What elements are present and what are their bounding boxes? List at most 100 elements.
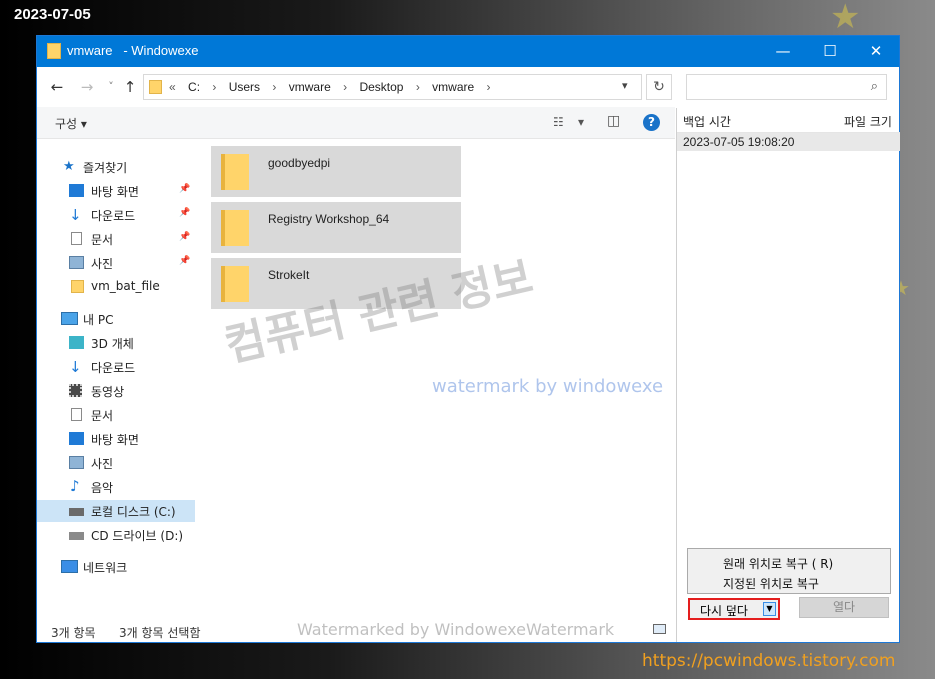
folder-icon <box>221 154 249 190</box>
breadcrumb-separator[interactable]: › <box>343 80 347 94</box>
pin-icon: 📌 <box>179 256 191 266</box>
breadcrumb-item[interactable]: vmware <box>432 80 474 94</box>
breadcrumb-item[interactable]: vmware <box>289 80 331 94</box>
backup-time-cell: 2023-07-05 19:08:20 <box>683 135 795 149</box>
sidebar-item-quick-access[interactable]: ★ 즐겨찾기 <box>37 156 195 178</box>
sidebar-item-cd-drive-d[interactable]: CD 드라이브 (D:) <box>37 524 195 546</box>
sidebar-item-music[interactable]: ♪ 음악 <box>37 476 195 498</box>
search-input[interactable]: ⌕ <box>686 74 887 100</box>
list-item[interactable]: Registry Workshop_64 <box>211 202 461 253</box>
picture-icon <box>69 456 84 469</box>
sidebar-item-pictures[interactable]: 사진 📌 <box>37 252 195 274</box>
column-file-size[interactable]: 파일 크기 <box>844 113 892 130</box>
breadcrumb-overflow[interactable]: « <box>169 80 176 94</box>
network-icon <box>61 560 78 573</box>
help-icon[interactable]: ? <box>643 114 660 131</box>
restore-button-label: 다시 덮다 <box>700 604 748 618</box>
sidebar-item-label: 내 PC <box>83 313 114 327</box>
view-dropdown-icon[interactable]: ▾ <box>578 115 584 129</box>
sidebar-item-downloads[interactable]: ↓ 다운로드 📌 <box>37 204 195 226</box>
desktop-icon <box>69 184 84 197</box>
minimize-button[interactable]: — <box>760 36 806 67</box>
breadcrumb-item[interactable]: C: <box>188 80 200 94</box>
menu-item-restore-original[interactable]: 원래 위치로 복구 ( R) <box>723 555 833 572</box>
organize-button[interactable]: 구성 ▾ <box>55 115 87 132</box>
file-name: goodbyedpi <box>268 156 331 170</box>
sidebar-item-videos[interactable]: 동영상 <box>37 380 195 402</box>
open-button[interactable]: 열다 <box>799 597 889 618</box>
folder-icon <box>71 280 84 293</box>
download-icon: ↓ <box>69 358 82 376</box>
watermark-text: Watermarked by WindowexeWatermark <box>297 620 615 639</box>
sidebar-item-desktop[interactable]: 바탕 화면 <box>37 428 195 450</box>
navigation-bar: ← → ˅ ↑ « C: › Users › vmware › Desktop … <box>37 67 899 107</box>
pin-icon: 📌 <box>179 232 191 242</box>
music-icon: ♪ <box>70 477 80 495</box>
sidebar-item-label: 사진 <box>91 457 114 471</box>
sidebar-item-label: 즐겨찾기 <box>83 161 128 175</box>
breadcrumb-item[interactable]: Desktop <box>359 80 403 94</box>
file-name: StrokeIt <box>268 268 310 282</box>
search-icon[interactable]: ⌕ <box>871 79 878 94</box>
breadcrumb-separator[interactable]: › <box>416 80 420 94</box>
list-item[interactable]: goodbyedpi <box>211 146 461 197</box>
star-decoration: ★ <box>830 0 861 37</box>
table-row[interactable]: 2023-07-05 19:08:20 <box>677 133 900 151</box>
refresh-icon[interactable]: ↻ <box>646 74 672 100</box>
sidebar-item-label: 음악 <box>91 481 114 495</box>
selection-count: 3개 항목 선택함 <box>119 626 201 640</box>
view-options-icon[interactable]: ☷ <box>553 115 564 129</box>
breadcrumb-separator[interactable]: › <box>212 80 216 94</box>
restore-button[interactable]: 다시 덮다 ▼ <box>688 598 780 620</box>
breadcrumb-separator[interactable]: › <box>272 80 276 94</box>
sidebar-item-label: 다운로드 <box>91 361 136 375</box>
up-arrow-icon[interactable]: ↑ <box>120 77 140 97</box>
preview-pane-icon[interactable]: ◫ <box>607 113 620 129</box>
sidebar-item-pictures[interactable]: 사진 <box>37 452 195 474</box>
sidebar-item-label: 다운로드 <box>91 209 136 223</box>
drive-icon <box>69 508 84 516</box>
title-bar[interactable]: vmware - Windowexe — ☐ ✕ <box>37 36 899 67</box>
forward-arrow-icon[interactable]: → <box>77 77 97 97</box>
sidebar-item-documents[interactable]: 문서 <box>37 404 195 426</box>
breadcrumb-item[interactable]: Users <box>229 80 260 94</box>
cd-icon <box>69 532 84 540</box>
maximize-button[interactable]: ☐ <box>807 36 853 67</box>
sidebar-item-label: vm_bat_file <box>91 279 160 293</box>
document-icon <box>71 232 82 245</box>
address-bar[interactable]: « C: › Users › vmware › Desktop › vmware… <box>143 74 642 100</box>
download-icon: ↓ <box>69 206 82 224</box>
explorer-window: vmware - Windowexe — ☐ ✕ ← → ˅ ↑ « C: › … <box>36 35 900 643</box>
desktop-icon <box>69 432 84 445</box>
sidebar-item-label: 문서 <box>91 409 114 423</box>
command-bar: 구성 ▾ ☷ ▾ ◫ ? <box>37 107 675 139</box>
close-button[interactable]: ✕ <box>853 36 899 67</box>
sidebar-item-documents[interactable]: 문서 📌 <box>37 228 195 250</box>
pc-icon <box>61 312 78 325</box>
chevron-down-icon[interactable]: ▼ <box>763 602 776 616</box>
folder-icon <box>47 43 61 59</box>
sidebar-item-this-pc[interactable]: 내 PC <box>37 308 195 330</box>
sidebar-item-local-disk-c[interactable]: 로컬 디스크 (C:) <box>37 500 195 522</box>
menu-item-restore-to-location[interactable]: 지정된 위치로 복구 <box>723 575 819 592</box>
navigation-pane: ★ 즐겨찾기 바탕 화면 📌 ↓ 다운로드 📌 문서 📌 사진 📌 vm_bat… <box>37 140 195 620</box>
sidebar-item-desktop[interactable]: 바탕 화면 📌 <box>37 180 195 202</box>
recent-locations-chevron-icon[interactable]: ˅ <box>101 77 121 97</box>
sidebar-item-label: 네트워크 <box>83 561 128 575</box>
document-icon <box>71 408 82 421</box>
back-arrow-icon[interactable]: ← <box>47 77 67 97</box>
sidebar-item-downloads[interactable]: ↓ 다운로드 <box>37 356 195 378</box>
details-view-icon[interactable] <box>653 624 666 634</box>
column-backup-time[interactable]: 백업 시간 <box>683 113 731 130</box>
star-icon: ★ <box>63 159 75 174</box>
sidebar-item-label: 3D 개체 <box>91 337 134 351</box>
backup-table-header: 백업 시간 파일 크기 <box>677 108 900 133</box>
sidebar-item-3d-objects[interactable]: 3D 개체 <box>37 332 195 354</box>
sidebar-item-vm-bat-file[interactable]: vm_bat_file <box>37 276 195 298</box>
sidebar-item-label: 사진 <box>91 257 114 271</box>
address-dropdown-icon[interactable]: ▾ <box>622 79 628 92</box>
backup-pane: 백업 시간 파일 크기 2023-07-05 19:08:20 원래 위치로 복… <box>676 108 900 642</box>
sidebar-item-network[interactable]: 네트워크 <box>37 556 195 578</box>
breadcrumb-separator[interactable]: › <box>487 80 491 94</box>
sidebar-item-label: 바탕 화면 <box>91 433 139 447</box>
